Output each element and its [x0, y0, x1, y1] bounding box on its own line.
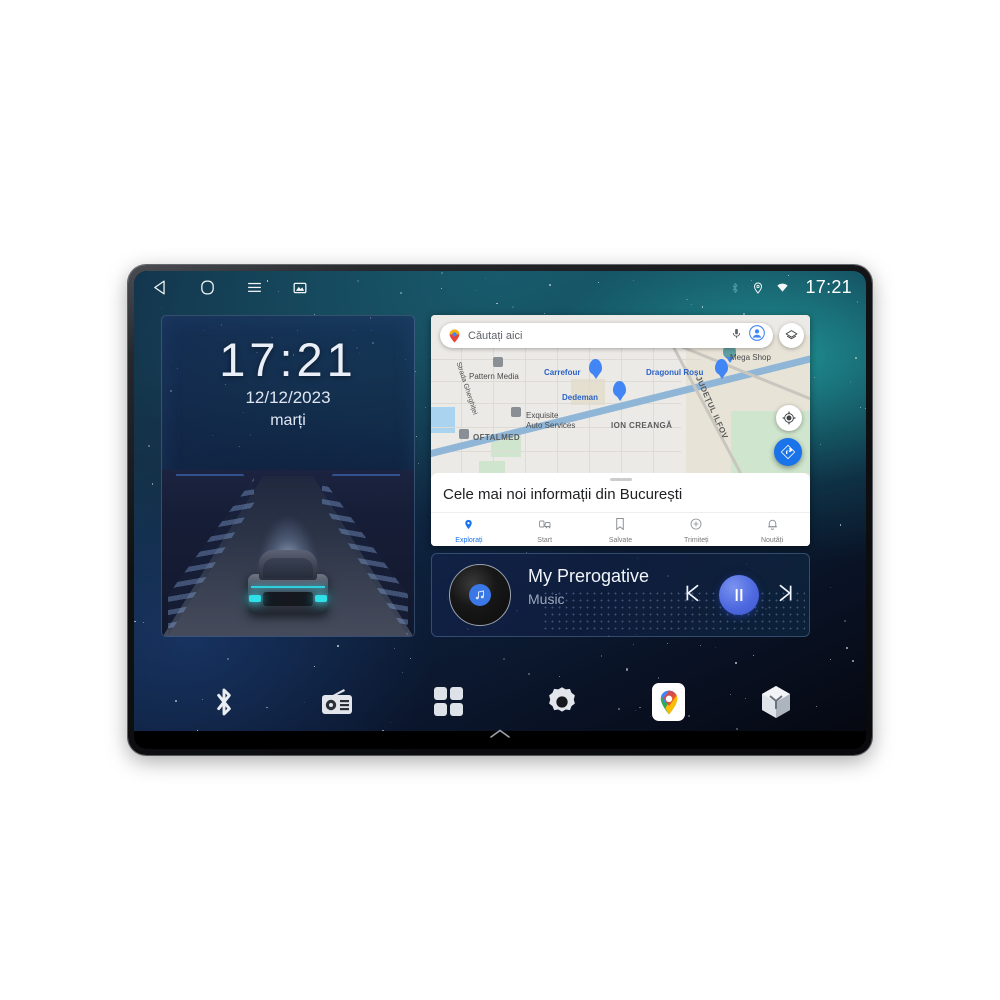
pause-icon[interactable]: [719, 575, 759, 615]
map-label: Auto Services: [526, 421, 576, 430]
car-road-widget[interactable]: [162, 470, 414, 636]
music-note-icon: [469, 584, 491, 606]
map-label: Carrefour: [544, 368, 581, 377]
car-headlight-right: [315, 595, 327, 602]
account-avatar-icon[interactable]: [749, 325, 765, 346]
navigation-buttons: [152, 279, 307, 296]
menu-icon[interactable]: [246, 279, 263, 296]
map-search-bar[interactable]: Căutați aici: [440, 323, 773, 348]
map-tab-5[interactable]: Noutăți: [734, 517, 810, 544]
music-track-title: My Prerogative: [528, 566, 650, 586]
bell-icon: [767, 517, 778, 535]
contribute-icon: [690, 517, 702, 535]
status-indicators: 17:21: [729, 277, 852, 298]
map-bottom-sheet[interactable]: Cele mai noi informații din București Ex…: [431, 473, 810, 546]
settings-gear-icon[interactable]: [540, 680, 584, 724]
clock-car-widget-card: 17:21 12/12/2023 marți: [161, 315, 415, 637]
app-dock: [134, 673, 866, 731]
sheet-grabber-handle[interactable]: [609, 478, 632, 481]
explore-pin-icon: [463, 517, 474, 535]
maps-pin-logo-icon: [449, 329, 460, 342]
screenshot-icon[interactable]: [293, 281, 307, 295]
map-label: Dragonul Roșu: [646, 368, 704, 377]
bluetooth-app-icon[interactable]: [202, 680, 246, 724]
back-icon[interactable]: [152, 279, 169, 296]
map-label: OFTALMED: [473, 433, 521, 442]
map-tab-label: Explorați: [455, 537, 483, 544]
map-label: Dedeman: [562, 393, 599, 402]
next-track-icon[interactable]: [775, 582, 797, 609]
head-unit-device-frame: 17:21 17:21 12/12/2023 marți Pattern Med…: [128, 265, 872, 755]
car-headlight-left: [249, 595, 261, 602]
map-label: Mega Shop: [730, 353, 771, 362]
google-maps-app-icon[interactable]: [652, 683, 686, 721]
map-layers-icon[interactable]: [779, 323, 804, 348]
map-tab-1[interactable]: Explorați: [431, 517, 507, 544]
car-light-strip: [251, 586, 325, 588]
clock-time: 17:21: [219, 333, 357, 386]
radio-app-icon[interactable]: [315, 680, 359, 724]
all-apps-icon[interactable]: [427, 680, 471, 724]
map-label: ION CREANGĂ: [611, 421, 673, 430]
google-maps-widget[interactable]: Pattern Media Carrefour Dragonul Roșu Mega …: [431, 315, 810, 546]
directions-arrow-icon[interactable]: [774, 438, 802, 466]
bluetooth-icon: [729, 281, 741, 295]
map-search-placeholder: Căutați aici: [468, 329, 523, 342]
car-illustration: [243, 546, 333, 614]
clock-date: 12/12/2023: [245, 388, 331, 407]
car-grille: [263, 592, 313, 606]
map-tab-label: Start: [537, 537, 553, 544]
map-bottom-tabs: Explorați Start Salvate Trimiteți Noutăți: [431, 512, 810, 544]
map-label: Exquisite: [526, 411, 559, 420]
commute-icon: [538, 517, 551, 535]
status-bar: 17:21: [134, 271, 866, 304]
map-sheet-title: Cele mai noi informații din București: [443, 486, 683, 503]
swipe-up-chevron-icon[interactable]: [490, 725, 510, 743]
location-pin-icon: [752, 281, 764, 295]
music-source-label: Music: [528, 591, 565, 607]
map-tab-label: Salvate: [608, 537, 633, 544]
device-screen: 17:21 17:21 12/12/2023 marți Pattern Med…: [134, 271, 866, 749]
home-icon[interactable]: [199, 279, 216, 296]
clock-weekday: marți: [270, 412, 306, 429]
car-windshield: [263, 558, 313, 578]
previous-track-icon[interactable]: [681, 582, 703, 609]
map-tab-label: Trimiteți: [683, 537, 709, 544]
music-transport-controls: [681, 575, 797, 615]
cube-app-icon[interactable]: [754, 680, 798, 724]
map-label: Pattern Media: [469, 372, 519, 381]
clock-widget[interactable]: 17:21 12/12/2023 marți: [162, 316, 414, 470]
map-tab-4[interactable]: Trimiteți: [658, 517, 734, 544]
map-tab-3[interactable]: Salvate: [583, 517, 659, 544]
music-player-widget[interactable]: My Prerogative Music: [431, 553, 810, 637]
map-tab-label: Noutăți: [760, 537, 784, 544]
bookmark-icon: [615, 517, 625, 535]
wifi-icon: [775, 281, 790, 294]
status-bar-clock: 17:21: [805, 277, 852, 297]
map-tab-2[interactable]: Start: [507, 517, 583, 544]
album-art-vinyl: [449, 564, 511, 626]
my-location-icon[interactable]: [776, 405, 802, 431]
home-screen: 17:21 12/12/2023 marți Pattern Media Car…: [134, 304, 866, 749]
microphone-icon[interactable]: [731, 327, 742, 345]
